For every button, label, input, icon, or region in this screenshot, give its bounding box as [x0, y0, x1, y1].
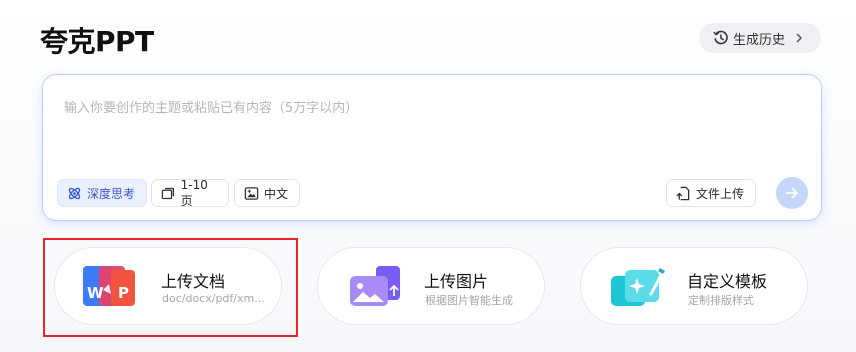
send-button[interactable] — [776, 177, 808, 209]
upload-image-subtitle: 根据图片智能生成 — [425, 294, 513, 307]
upload-image-card[interactable]: 上传图片 根据图片智能生成 — [317, 247, 545, 325]
history-label: 生成历史 — [733, 32, 786, 48]
custom-template-title: 自定义模板 — [687, 272, 768, 291]
arrow-right-icon — [785, 187, 798, 199]
generation-history-button[interactable]: 生成历史 — [699, 23, 821, 53]
upload-image-title: 上传图片 — [424, 272, 489, 291]
image-upload-icon — [350, 266, 400, 306]
highlight-annotation-box — [43, 238, 298, 337]
page-count-selector[interactable]: 1-10页 — [151, 177, 229, 208]
app-title: 夸克PPT — [40, 25, 154, 58]
page-count-label: 1-10页 — [180, 177, 208, 208]
image-text-icon — [244, 186, 259, 200]
upload-file-icon — [676, 186, 690, 200]
custom-template-card[interactable]: 自定义模板 定制排版样式 — [580, 247, 808, 325]
file-upload-button[interactable]: 文件上传 — [666, 179, 756, 207]
chevron-right-icon — [796, 33, 802, 43]
deep-think-label: 深度思考 — [87, 186, 136, 201]
language-label: 中文 — [264, 186, 289, 201]
deep-think-toggle[interactable]: 深度思考 — [57, 179, 147, 207]
atom-icon — [68, 187, 81, 199]
file-upload-label: 文件上传 — [696, 186, 745, 201]
custom-template-subtitle: 定制排版样式 — [688, 294, 754, 307]
prompt-input[interactable] — [64, 97, 784, 157]
clock-history-icon — [713, 30, 728, 45]
prompt-composer: 深度思考 1-10页 中文 文件上传 — [42, 74, 822, 221]
pages-icon — [161, 187, 175, 199]
template-icon — [611, 268, 665, 306]
language-selector[interactable]: 中文 — [234, 179, 300, 207]
